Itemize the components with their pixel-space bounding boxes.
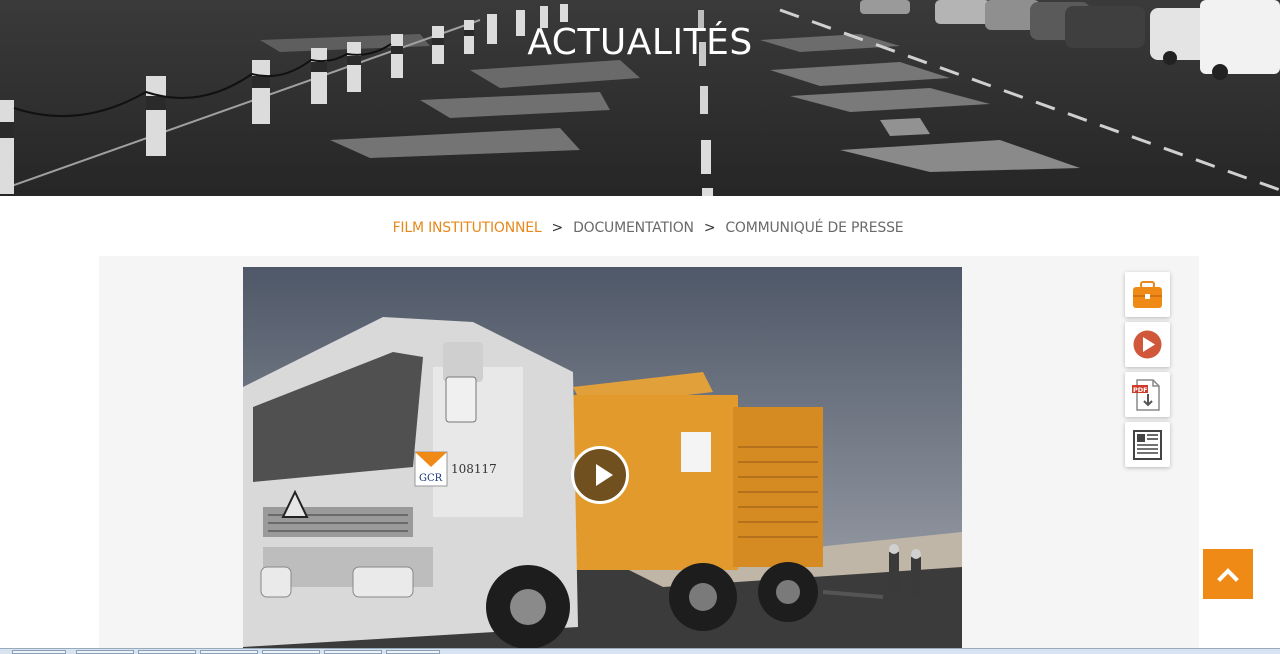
breadcrumb-separator: > [551, 220, 564, 236]
sidebar-item-video[interactable] [1125, 322, 1170, 367]
taskbar-button[interactable] [324, 650, 382, 654]
breadcrumb-separator: > [703, 220, 716, 236]
video-player[interactable]: GCR 108117 [243, 267, 962, 653]
page-title: ACTUALITÉS [527, 22, 753, 63]
taskbar-button[interactable] [386, 650, 440, 654]
taskbar-button[interactable] [76, 650, 134, 654]
breadcrumb-item-documentation[interactable]: DOCUMENTATION [573, 220, 694, 236]
chevron-up-icon [1217, 568, 1239, 582]
svg-text:PDF: PDF [1133, 386, 1148, 394]
breadcrumb-item-communique-de-presse[interactable]: COMMUNIQUÉ DE PRESSE [725, 220, 903, 236]
sidebar-item-pdf[interactable]: PDF [1125, 372, 1170, 417]
breadcrumb: FILM INSTITUTIONNEL > DOCUMENTATION > COMMUN… [0, 220, 1280, 236]
play-icon [1133, 330, 1162, 359]
sidebar-item-briefcase[interactable] [1125, 272, 1170, 317]
play-circle-icon[interactable] [571, 446, 629, 504]
newspaper-icon [1133, 430, 1162, 460]
truck-logo-text: GCR [419, 473, 443, 484]
truck-number-text: 108117 [451, 462, 497, 476]
breadcrumb-item-film-institutionnel[interactable]: FILM INSTITUTIONNEL [393, 220, 542, 236]
taskbar-button[interactable] [138, 650, 196, 654]
taskbar-button[interactable] [200, 650, 258, 654]
hero-banner: ACTUALITÉS [0, 0, 1280, 196]
taskbar-button[interactable] [12, 650, 66, 654]
taskbar-button[interactable] [262, 650, 320, 654]
back-to-top-button[interactable] [1203, 549, 1253, 599]
os-taskbar [0, 648, 1280, 654]
pdf-download-icon: PDF [1132, 379, 1160, 411]
sidebar-item-press[interactable] [1125, 422, 1170, 467]
briefcase-icon [1133, 281, 1162, 308]
